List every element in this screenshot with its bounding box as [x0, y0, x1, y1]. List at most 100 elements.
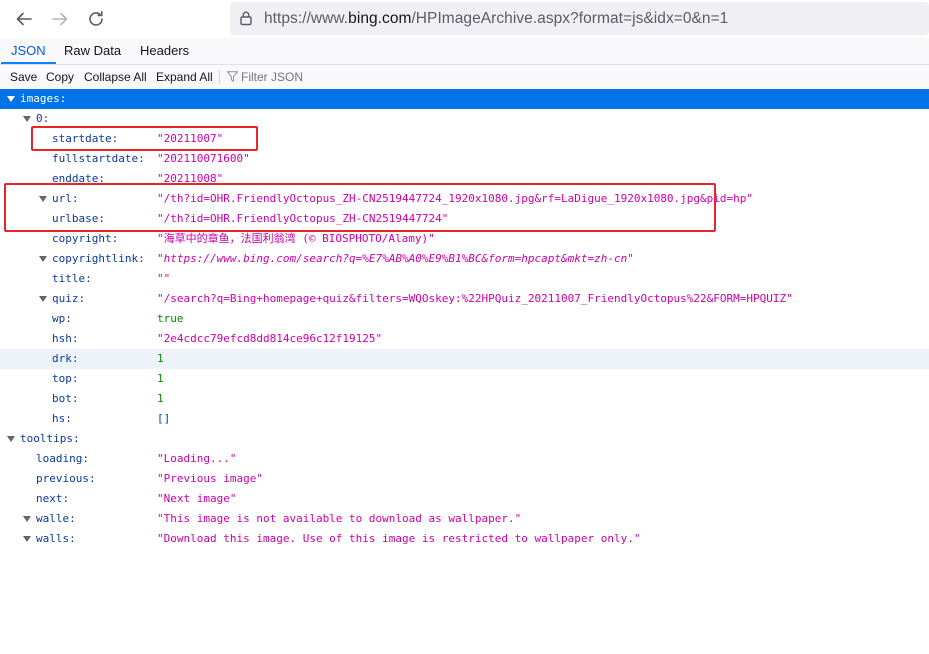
- json-row[interactable]: walle: "This image is not available to do…: [0, 509, 929, 529]
- json-row[interactable]: startdate: "20211007": [0, 129, 929, 149]
- json-key: copyrightlink:: [52, 252, 145, 265]
- json-key: images:: [20, 92, 67, 105]
- json-value: 1: [157, 352, 164, 365]
- forward-button[interactable]: [50, 9, 70, 29]
- json-row[interactable]: hsh: "2e4cdcc79efcd8dd814ce96c12f19125": [0, 329, 929, 349]
- json-row[interactable]: copyright: "海草中的章鱼，法国利翁湾 (© BIOSPHOTO/Ala…: [0, 229, 929, 249]
- url-domain: bing.com: [348, 10, 412, 27]
- json-key: hsh:: [52, 332, 79, 345]
- json-key: enddate:: [52, 172, 105, 185]
- json-key: hs:: [52, 412, 72, 425]
- json-row[interactable]: top: 1: [0, 369, 929, 389]
- json-key: urlbase:: [52, 212, 105, 225]
- json-value: []: [157, 412, 171, 425]
- expand-toggle-icon[interactable]: [39, 196, 47, 202]
- url-text: https://www.bing.com/HPImageArchive.aspx…: [264, 10, 728, 28]
- json-value: "This image is not available to download…: [157, 512, 522, 525]
- json-value: 1: [157, 392, 164, 405]
- json-key: walle:: [36, 512, 76, 525]
- json-key: copyright:: [52, 232, 119, 245]
- copy-button[interactable]: Copy: [46, 65, 74, 89]
- json-value: "Loading...": [157, 452, 237, 465]
- json-value: true: [157, 312, 184, 325]
- json-row[interactable]: drk: 1: [0, 349, 929, 369]
- lock-icon: [240, 11, 252, 26]
- json-row[interactable]: urlbase: "/th?id=OHR.FriendlyOctopus_ZH-C…: [0, 209, 929, 229]
- json-value: "202110071600": [157, 152, 250, 165]
- expand-toggle-icon[interactable]: [23, 536, 31, 542]
- json-row[interactable]: hs: []: [0, 409, 929, 429]
- json-key: tooltips:: [20, 432, 80, 445]
- json-key: wp:: [52, 312, 72, 325]
- json-value: "20211007": [157, 132, 224, 145]
- json-toolbar: Save Copy Collapse All Expand All: [0, 65, 929, 90]
- json-row[interactable]: copyrightlink: "https://www.bing.com/sear…: [0, 249, 929, 269]
- json-key: previous:: [36, 472, 96, 485]
- tab-json[interactable]: JSON: [1, 38, 56, 64]
- json-row[interactable]: next: "Next image": [0, 489, 929, 509]
- json-row[interactable]: loading: "Loading...": [0, 449, 929, 469]
- json-key: bot:: [52, 392, 79, 405]
- back-button[interactable]: [14, 9, 34, 29]
- forward-arrow-icon: [52, 12, 68, 26]
- filter-json-input[interactable]: [241, 65, 541, 89]
- json-value: "Download this image. Use of this image …: [157, 532, 641, 545]
- json-row[interactable]: images:: [0, 89, 929, 109]
- url-prefix: https://www.: [264, 10, 349, 27]
- json-key: quiz:: [52, 292, 86, 305]
- json-key: 0:: [36, 112, 50, 125]
- json-key: walls:: [36, 532, 76, 545]
- json-row[interactable]: bot: 1: [0, 389, 929, 409]
- json-row[interactable]: title: "": [0, 269, 929, 289]
- json-row[interactable]: url: "/th?id=OHR.FriendlyOctopus_ZH-CN251…: [0, 189, 929, 209]
- collapse-all-button[interactable]: Collapse All: [84, 65, 147, 89]
- json-value: "20211008": [157, 172, 224, 185]
- json-key: loading:: [36, 452, 89, 465]
- json-key: fullstartdate:: [52, 152, 145, 165]
- expand-toggle-icon[interactable]: [7, 436, 15, 442]
- json-value: 1: [157, 372, 164, 385]
- json-row[interactable]: walls: "Download this image. Use of this …: [0, 529, 929, 549]
- json-value: "2e4cdcc79efcd8dd814ce96c12f19125": [157, 332, 383, 345]
- json-value: "海草中的章鱼，法国利翁湾 (© BIOSPHOTO/Alamy)": [157, 232, 435, 245]
- json-value: "Next image": [157, 492, 237, 505]
- expand-toggle-icon[interactable]: [7, 96, 15, 102]
- toolbar-divider: [219, 70, 220, 84]
- json-tree: images: 0: startdate: "20211007" fullstartda…: [0, 89, 929, 549]
- json-row[interactable]: tooltips:: [0, 429, 929, 449]
- url-path: /HPImageArchive.aspx?format=js&idx=0&n=1: [411, 10, 729, 27]
- json-value: "/th?id=OHR.FriendlyOctopus_ZH-CN2519447…: [157, 212, 449, 225]
- tab-raw-data[interactable]: Raw Data: [54, 38, 131, 64]
- json-value: "Previous image": [157, 472, 263, 485]
- back-arrow-icon: [16, 12, 32, 26]
- json-key: top:: [52, 372, 79, 385]
- expand-all-button[interactable]: Expand All: [156, 65, 213, 89]
- json-row[interactable]: 0:: [0, 109, 929, 129]
- json-value: "": [157, 272, 171, 285]
- json-value: "/th?id=OHR.FriendlyOctopus_ZH-CN2519447…: [157, 192, 754, 205]
- json-key: next:: [36, 492, 70, 505]
- json-row[interactable]: quiz: "/search?q=Bing+homepage+quiz&filte…: [0, 289, 929, 309]
- save-button[interactable]: Save: [10, 65, 37, 89]
- json-key: url:: [52, 192, 79, 205]
- json-value: "https://www.bing.com/search?q=%E7%AB%A0…: [157, 252, 634, 265]
- json-row[interactable]: fullstartdate: "202110071600": [0, 149, 929, 169]
- reload-button[interactable]: [86, 9, 106, 29]
- viewer-tabs: JSON Raw Data Headers: [0, 38, 929, 65]
- browser-navbar: https://www.bing.com/HPImageArchive.aspx…: [0, 0, 929, 38]
- filter-icon: [227, 71, 238, 82]
- expand-toggle-icon[interactable]: [23, 116, 31, 122]
- json-key: title:: [52, 272, 92, 285]
- json-key: startdate:: [52, 132, 119, 145]
- expand-toggle-icon[interactable]: [39, 256, 47, 262]
- address-bar[interactable]: https://www.bing.com/HPImageArchive.aspx…: [230, 2, 929, 35]
- reload-icon: [89, 11, 103, 26]
- expand-toggle-icon[interactable]: [23, 516, 31, 522]
- json-row[interactable]: wp: true: [0, 309, 929, 329]
- json-row[interactable]: previous: "Previous image": [0, 469, 929, 489]
- json-key: drk:: [52, 352, 79, 365]
- expand-toggle-icon[interactable]: [39, 296, 47, 302]
- tab-headers[interactable]: Headers: [130, 38, 199, 64]
- json-row[interactable]: enddate: "20211008": [0, 169, 929, 189]
- json-value: "/search?q=Bing+homepage+quiz&filters=WQ…: [157, 292, 793, 305]
